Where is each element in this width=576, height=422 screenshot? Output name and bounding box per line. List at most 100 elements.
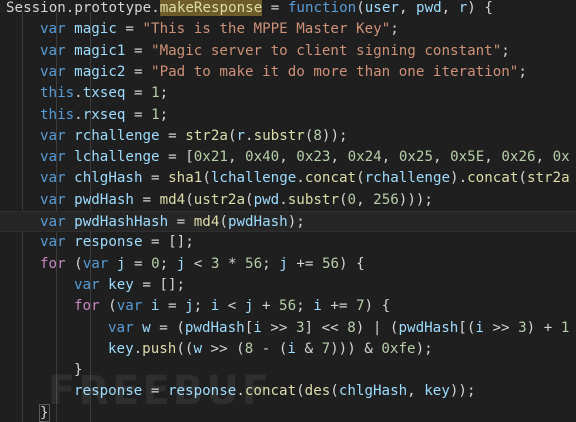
punctuation: = (125, 63, 152, 80)
keyword: var (40, 214, 66, 230)
number-literal: 256 (373, 191, 399, 208)
punctuation: ))); (398, 191, 433, 208)
code-text: var chlgHash = sha1(lchallenge.concat(rc… (40, 168, 570, 189)
punctuation: ) + (526, 319, 561, 336)
code-line[interactable]: var magic2 = "Pad to make it do more tha… (0, 62, 576, 83)
number-literal: 56 (279, 298, 297, 315)
punctuation: = []; (142, 234, 194, 251)
punctuation: ). (450, 170, 468, 187)
punctuation: < (219, 298, 245, 315)
identifier: user (364, 0, 399, 16)
punctuation: += (321, 298, 356, 315)
punctuation: ( (330, 383, 339, 400)
code-line[interactable]: this.txseq = 1; (0, 83, 576, 104)
punctuation: , (535, 149, 553, 166)
code-line[interactable]: key.push((w >> (8 - (i & 7))) & 0xfe); (0, 339, 576, 360)
identifier: rxseq (82, 106, 126, 123)
punctuation: ; (193, 298, 211, 315)
identifier: response (74, 234, 143, 251)
code-line[interactable]: for (var j = 0; j < 3 * 56; j += 56) { (0, 254, 576, 275)
punctuation: ( (245, 191, 254, 208)
code-line[interactable]: var chlgHash = sha1(lchallenge.concat(rc… (0, 168, 576, 189)
punctuation: - ( (253, 340, 288, 357)
code-line[interactable]: var key = []; (0, 275, 576, 296)
code-line[interactable]: var rchallenge = str2a(r.substr(8)); (0, 126, 576, 147)
number-literal: 3 (295, 319, 305, 336)
identifier: chlgHash (338, 383, 408, 400)
punctuation: , (279, 149, 297, 166)
keyword: var (40, 191, 66, 208)
number-literal: 0x25 (398, 149, 433, 166)
identifier: j (176, 255, 186, 272)
punctuation: * (219, 255, 246, 272)
keyword: var (40, 127, 66, 144)
code-text: var magic2 = "Pad to make it do more tha… (40, 62, 527, 83)
punctuation (66, 21, 75, 37)
punctuation: ; (159, 85, 169, 102)
function-name: substr (287, 191, 339, 208)
identifier: pwdHash (74, 191, 134, 208)
punctuation: ( (219, 214, 228, 230)
keyword: var (82, 255, 109, 272)
code-line[interactable]: var lchallenge = [0x21, 0x40, 0x23, 0x24… (0, 147, 576, 168)
punctuation: < (185, 255, 211, 272)
punctuation: Session.prototype. (6, 0, 160, 16)
number-literal: 7 (355, 298, 365, 315)
identifier: pwd (416, 0, 442, 16)
function-name: des (304, 383, 331, 400)
keyword: function (287, 0, 357, 16)
code-text: var key = []; (74, 275, 185, 296)
code-line[interactable]: var magic1 = "Magic server to client sig… (0, 41, 576, 62)
identifier: key (108, 340, 134, 357)
code-line[interactable]: this.rxseq = 1; (0, 105, 576, 126)
number-literal: 8 (313, 127, 322, 144)
code-line[interactable]: Session.prototype.makeResponse = functio… (0, 0, 576, 19)
number-literal: 0x23 (296, 149, 331, 166)
code-line[interactable]: var w = (pwdHash[i >> 3] << 8) | (pwdHas… (0, 318, 576, 339)
identifier: lchallenge (210, 170, 297, 187)
punctuation: ( (356, 170, 365, 187)
number-literal: 0 (151, 255, 160, 272)
string-literal: "This is the MPPE Master Key" (142, 21, 391, 38)
punctuation: = (159, 298, 186, 315)
punctuation: ; (262, 255, 280, 272)
function-name: concat (304, 170, 357, 187)
code-line[interactable]: var response = []; (0, 232, 576, 253)
code-line[interactable]: for (var i = j; i < j + 56; i += 7) { (0, 296, 576, 317)
punctuation: ))) & (330, 340, 382, 357)
punctuation: = (168, 214, 194, 230)
code-text: var pwdHashHash = md4(pwdHash); (40, 212, 305, 233)
identifier: i (253, 319, 262, 336)
punctuation: ) | ( (355, 319, 399, 336)
punctuation: = (116, 21, 143, 38)
identifier: pwd (253, 191, 280, 208)
identifier: txseq (82, 85, 126, 102)
identifier: rchallenge (74, 127, 160, 144)
punctuation: ( (518, 170, 527, 187)
punctuation: (( (176, 340, 194, 357)
punctuation: ( (99, 298, 117, 315)
keyword: var (40, 63, 66, 80)
punctuation: . (296, 170, 305, 187)
code-text: var lchallenge = [0x21, 0x40, 0x23, 0x24… (40, 147, 570, 168)
punctuation: >> (261, 319, 296, 336)
code-line-current[interactable]: var pwdHashHash = md4(pwdHash); (0, 211, 576, 232)
punctuation (66, 149, 75, 165)
code-line[interactable]: var magic = "This is the MPPE Master Key… (0, 19, 576, 40)
code-editor[interactable]: Session.prototype.makeResponse = functio… (0, 0, 576, 422)
number-literal: 0 (347, 191, 357, 208)
number-literal: 0x24 (347, 149, 382, 166)
punctuation: = (125, 255, 152, 272)
punctuation: = (125, 42, 152, 59)
identifier: r (458, 0, 468, 16)
identifier: pwdHash (398, 319, 459, 336)
function-name: substr (253, 127, 305, 144)
punctuation (66, 128, 75, 144)
code-line[interactable]: var pwdHash = md4(ustr2a(pwd.substr(0, 2… (0, 190, 576, 211)
punctuation: ] << (304, 319, 348, 336)
identifier: magic2 (74, 63, 126, 80)
identifier: j (185, 298, 194, 315)
number-literal: 8 (244, 340, 254, 357)
keyword: var (108, 319, 134, 336)
selected-token: makeResponse (159, 0, 263, 16)
